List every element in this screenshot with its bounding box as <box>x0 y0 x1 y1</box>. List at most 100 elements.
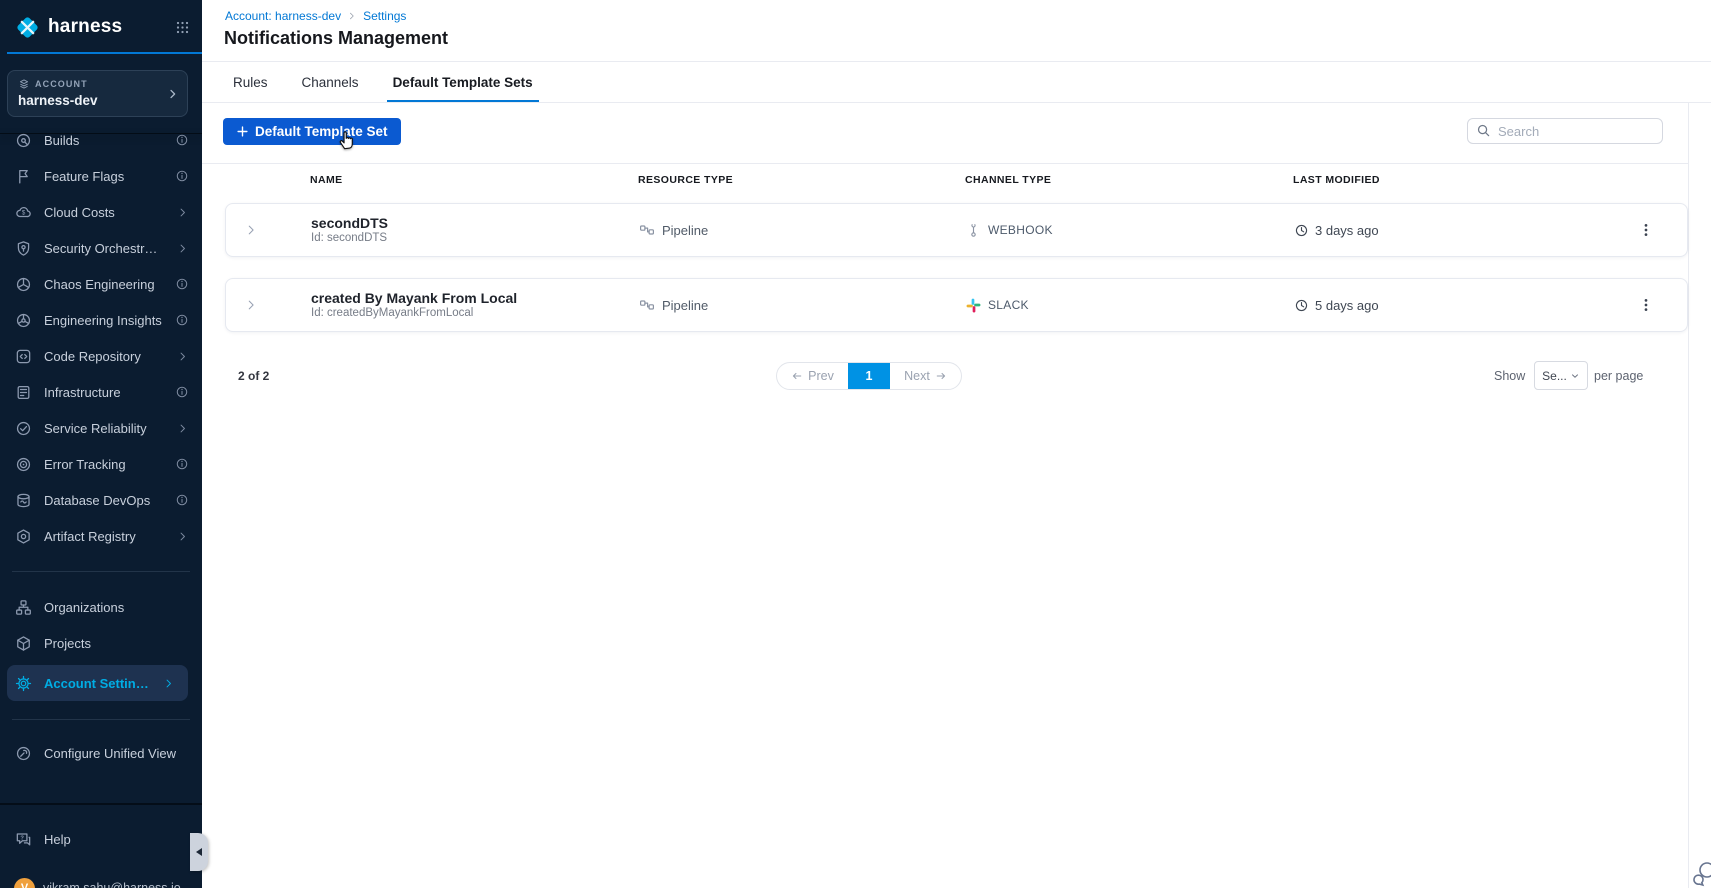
chevron-right-icon[interactable] <box>176 350 189 363</box>
harness-logo-icon[interactable] <box>14 14 41 41</box>
sidebar-item-database-devops[interactable]: Database DevOps <box>0 482 202 518</box>
chevron-right-icon[interactable] <box>162 677 175 690</box>
sidebar-item-label: Projects <box>44 635 91 651</box>
plus-icon <box>236 125 249 138</box>
sidebar-item-artifact-registry[interactable]: Artifact Registry <box>0 518 202 554</box>
tab-rules[interactable]: Rules <box>227 62 274 103</box>
row-expander[interactable] <box>236 204 266 256</box>
prev-page-button[interactable]: Prev <box>777 363 848 389</box>
sidebar-item-label: Chaos Engineering <box>44 276 155 292</box>
info-icon[interactable] <box>175 277 189 291</box>
row-name-cell: secondDTS Id: secondDTS <box>311 204 388 256</box>
tabs-divider <box>202 102 1711 103</box>
sidebar-item-organizations[interactable]: Organizations <box>0 589 202 625</box>
sidebar-item-label: Organizations <box>44 599 125 615</box>
breadcrumb-link-account-harness-dev[interactable]: Account: harness-dev <box>225 9 341 23</box>
error-tracking-icon <box>15 456 32 473</box>
code-repo-icon <box>15 348 32 365</box>
sidebar-item-configure-unified-view[interactable]: Configure Unified View <box>0 735 202 771</box>
sidebar-footer: ? Help V vikram.sahu@harness.io <box>0 803 202 888</box>
organizations-icon <box>15 599 32 616</box>
kebab-icon <box>1638 297 1654 313</box>
sidebar-tools-nav: Configure Unified View <box>0 735 202 771</box>
column-header-channel-type: CHANNEL TYPE <box>965 174 1052 186</box>
sidebar-item-label: Artifact Registry <box>44 528 136 544</box>
sidebar-item-help[interactable]: ? Help <box>0 821 202 857</box>
tab-bar: Rules Channels Default Template Sets <box>227 62 539 103</box>
sidebar-item-label: Code Repository <box>44 348 141 364</box>
channel-type-label: SLACK <box>988 298 1029 312</box>
database-icon <box>15 492 32 509</box>
chevron-down-icon <box>1570 371 1580 381</box>
content-right-border <box>1688 103 1689 888</box>
breadcrumb-link-settings[interactable]: Settings <box>363 9 406 23</box>
column-header-resource-type: RESOURCE TYPE <box>638 174 734 186</box>
info-icon[interactable] <box>175 385 189 399</box>
clock-icon <box>1294 223 1309 238</box>
sidebar-item-label: Engineering Insights <box>44 312 162 328</box>
svg-text:$: $ <box>22 209 26 216</box>
aida-assistant-icon[interactable] <box>1690 860 1711 888</box>
collapse-arrow-icon <box>196 848 202 856</box>
sidebar-item-error-tracking[interactable]: Error Tracking <box>0 446 202 482</box>
row-last-modified-cell: 5 days ago <box>1294 279 1379 331</box>
sidebar-item-label: Error Tracking <box>44 456 126 472</box>
sidebar-item-code-repository[interactable]: Code Repository <box>0 338 202 374</box>
info-icon[interactable] <box>175 493 189 507</box>
brand-name: harness <box>48 16 123 37</box>
feature-flags-icon <box>15 168 32 185</box>
sidebar-item-chaos-engineering[interactable]: Chaos Engineering <box>0 266 202 302</box>
sidebar-modules-nav: Builds Feature Flags $ Cloud Costs Security … <box>0 122 202 554</box>
sidebar-item-label: Cloud Costs <box>44 204 115 220</box>
row-expander-icon <box>244 223 258 237</box>
sidebar-item-label: Database DevOps <box>44 492 151 508</box>
sidebar-item-service-reliability[interactable]: Service Reliability <box>0 410 202 446</box>
next-page-button[interactable]: Next <box>890 363 961 389</box>
info-icon[interactable] <box>175 133 189 147</box>
chevron-right-icon[interactable] <box>176 530 189 543</box>
brand-divider <box>7 52 202 54</box>
arrow-left-icon <box>791 370 803 382</box>
show-label: Show <box>1494 369 1526 383</box>
info-icon[interactable] <box>175 457 189 471</box>
info-icon[interactable] <box>175 313 189 327</box>
sidebar-item-engineering-insights[interactable]: Engineering Insights <box>0 302 202 338</box>
row-channel-cell: SLACK <box>966 279 1029 331</box>
chevron-right-icon[interactable] <box>176 422 189 435</box>
new-default-template-set-label: Default Template Set <box>255 124 388 139</box>
row-menu-button[interactable] <box>1637 204 1655 256</box>
tab-channels[interactable]: Channels <box>296 62 365 103</box>
pipeline-icon <box>639 297 655 313</box>
sidebar-item-security-orchestrat[interactable]: Security Orchestrat... <box>0 230 202 266</box>
next-page-label: Next <box>904 369 930 383</box>
account-switcher[interactable]: ACCOUNT harness-dev <box>7 70 188 117</box>
kebab-icon <box>1638 222 1654 238</box>
sidebar-item-builds[interactable]: Builds <box>0 122 202 158</box>
info-icon[interactable] <box>175 169 189 183</box>
row-menu-button[interactable] <box>1637 279 1655 331</box>
clock-icon <box>1294 298 1309 313</box>
chevron-right-icon[interactable] <box>176 206 189 219</box>
table-row[interactable]: secondDTS Id: secondDTS Pipeline WEBHOOK 3 d… <box>225 203 1688 257</box>
tab-default-template-sets[interactable]: Default Template Sets <box>387 62 539 103</box>
module-grid-icon[interactable] <box>175 20 190 35</box>
chevron-right-icon[interactable] <box>176 242 189 255</box>
sidebar-item-infrastructure[interactable]: Infrastructure <box>0 374 202 410</box>
sidebar-item-projects[interactable]: Projects <box>0 625 202 661</box>
main-content: Account: harness-dev Settings Notificatio… <box>202 0 1711 888</box>
page-button-1[interactable]: 1 <box>848 363 890 389</box>
table-row[interactable]: created By Mayank From Local Id: createdB… <box>225 278 1688 332</box>
sidebar-item-account-settings[interactable]: Account Settings <box>7 665 188 701</box>
sidebar-item-feature-flags[interactable]: Feature Flags <box>0 158 202 194</box>
user-menu[interactable]: V vikram.sahu@harness.io <box>14 875 196 888</box>
sidebar-item-cloud-costs[interactable]: $ Cloud Costs <box>0 194 202 230</box>
row-expander[interactable] <box>236 279 266 331</box>
prev-page-label: Prev <box>808 369 834 383</box>
search-input[interactable] <box>1467 118 1663 144</box>
sidebar-divider <box>12 719 190 720</box>
sidebar-collapse-handle[interactable] <box>190 833 208 871</box>
sidebar-item-label: Feature Flags <box>44 168 125 184</box>
page-size-select[interactable]: Se... <box>1534 361 1588 390</box>
template-set-name: secondDTS <box>311 214 389 231</box>
new-default-template-set-button[interactable]: Default Template Set <box>223 118 401 145</box>
